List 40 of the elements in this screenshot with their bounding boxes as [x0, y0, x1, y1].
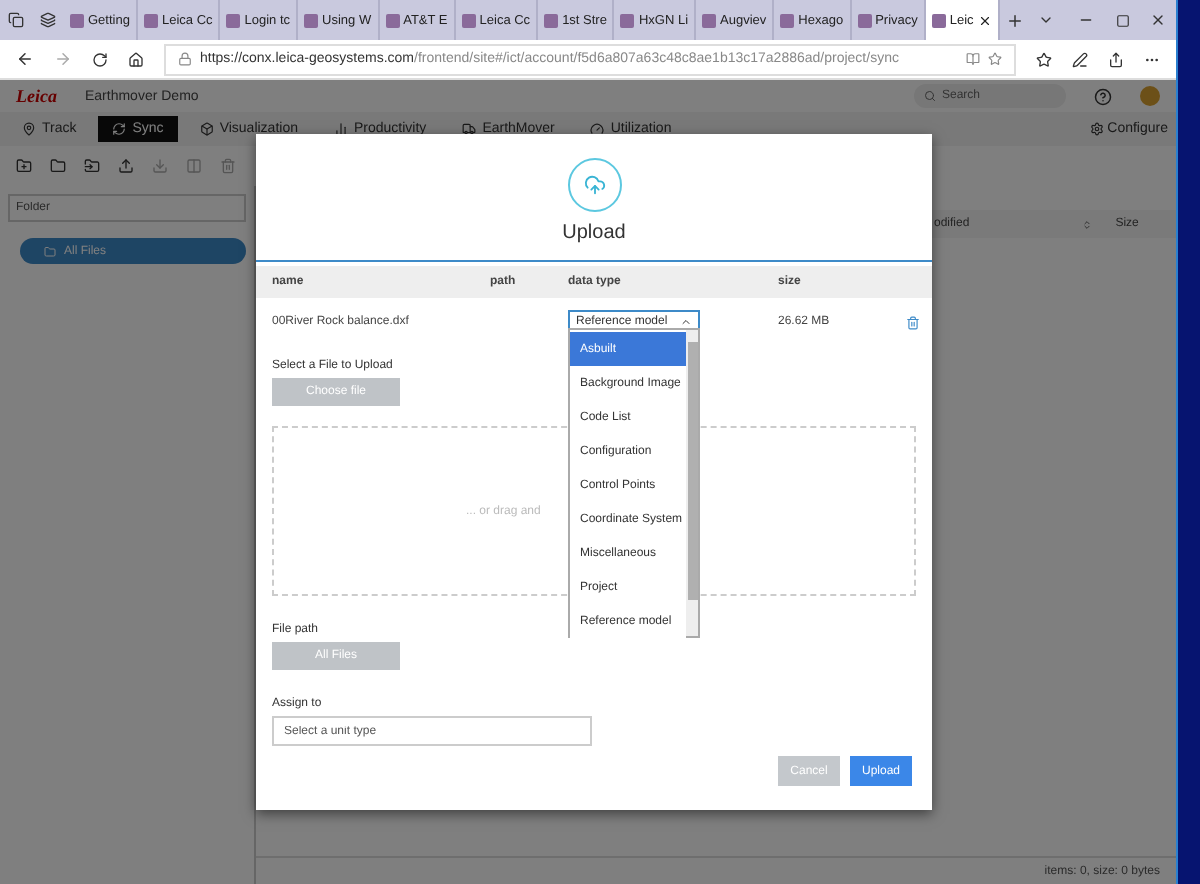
favicon-icon [461, 13, 476, 27]
toolbar-icon[interactable] [50, 158, 66, 174]
favicon-icon [143, 13, 158, 27]
back-icon[interactable] [16, 50, 34, 68]
refresh-icon[interactable] [92, 51, 108, 67]
favicon-icon [702, 13, 717, 27]
home-icon[interactable] [128, 51, 144, 67]
nav-icon [590, 122, 605, 136]
toolbar-icon[interactable] [84, 158, 100, 174]
close-icon[interactable] [977, 13, 992, 27]
folder-icon [44, 245, 56, 257]
favicon-icon [620, 13, 635, 27]
nav-icon [199, 122, 214, 136]
favicon-icon [304, 13, 319, 27]
cloud-upload-icon [567, 158, 621, 212]
toolbar-icon[interactable] [16, 158, 32, 174]
toolbar-icon[interactable] [118, 158, 134, 174]
nav-icon [112, 122, 127, 136]
star-icon[interactable] [988, 52, 1002, 66]
favorites-icon[interactable] [1036, 51, 1052, 67]
nav-icon [334, 122, 348, 136]
pen-icon[interactable] [1072, 51, 1088, 67]
nav-icon [22, 122, 36, 136]
nav-icon [462, 122, 477, 136]
share-icon[interactable] [1108, 51, 1124, 67]
favicon-icon [857, 13, 872, 27]
favicon-icon [226, 13, 241, 27]
search-icon [924, 90, 936, 102]
lock-icon [178, 52, 192, 66]
favicon-icon [931, 13, 946, 27]
favicon-icon [780, 13, 795, 27]
scrollbar[interactable] [686, 330, 698, 636]
chevron-up-icon [680, 316, 692, 328]
favicon-icon [70, 13, 84, 27]
help-icon[interactable] [1094, 87, 1112, 105]
reading-view-icon[interactable] [966, 52, 980, 66]
settings-icon [1089, 122, 1104, 136]
dialog-title: Upload [562, 222, 626, 244]
favicon-icon [544, 13, 559, 27]
favicon-icon [385, 13, 400, 27]
